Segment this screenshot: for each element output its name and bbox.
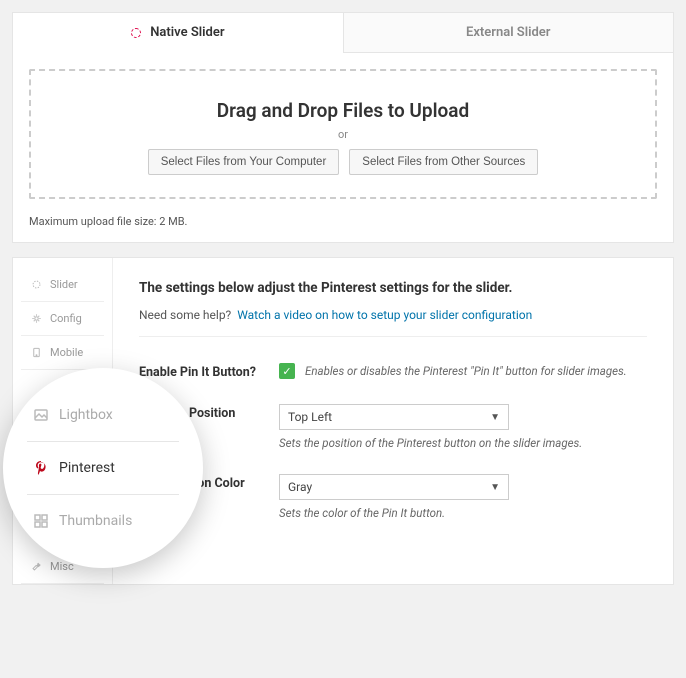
- sidebar-label: Config: [50, 312, 82, 325]
- lightbox-icon: [33, 407, 49, 423]
- select-files-computer-button[interactable]: Select Files from Your Computer: [148, 149, 340, 175]
- button-color-select[interactable]: Gray ▼: [279, 474, 509, 500]
- divider: [139, 336, 647, 337]
- dropzone-headline: Drag and Drop Files to Upload: [43, 99, 643, 122]
- settings-content: The settings below adjust the Pinterest …: [113, 258, 673, 584]
- dropzone-or: or: [43, 128, 643, 141]
- enable-desc: Enables or disables the Pinterest "Pin I…: [305, 364, 627, 378]
- dropzone[interactable]: Drag and Drop Files to Upload or Select …: [29, 69, 657, 199]
- magnify-item-pinterest[interactable]: Pinterest: [27, 442, 179, 495]
- magnify-item-thumbnails[interactable]: Thumbnails: [27, 495, 179, 547]
- magnify-label: Lightbox: [59, 407, 113, 423]
- settings-panel: Slider Config Mobile Misc The settings b…: [12, 257, 674, 585]
- pinterest-icon: [33, 460, 49, 476]
- position-desc: Sets the position of the Pinterest butto…: [279, 436, 647, 450]
- tab-label: Native Slider: [150, 25, 224, 40]
- slider-type-tabs: Native Slider External Slider: [13, 13, 673, 53]
- help-line: Need some help? Watch a video on how to …: [139, 308, 647, 322]
- wrench-icon: [31, 561, 42, 572]
- select-files-other-button[interactable]: Select Files from Other Sources: [349, 149, 538, 175]
- row-enable-pin-it: Enable Pin It Button? ✓ Enables or disab…: [139, 363, 647, 380]
- dropzone-buttons: Select Files from Your Computer Select F…: [43, 149, 643, 175]
- enable-label: Enable Pin It Button?: [139, 363, 279, 380]
- tab-native-slider[interactable]: Native Slider: [13, 13, 343, 53]
- row-position: Position Top Left ▼ Sets the position of…: [139, 404, 647, 450]
- magnifier-overlay: Lightbox Pinterest Thumbnails: [3, 368, 203, 568]
- position-value: Top Left: [288, 410, 332, 424]
- sidebar-item-config[interactable]: Config: [21, 302, 104, 336]
- tab-external-slider[interactable]: External Slider: [343, 13, 674, 53]
- sidebar-label: Slider: [50, 278, 78, 291]
- color-value: Gray: [288, 480, 312, 494]
- upload-panel: Native Slider External Slider Drag and D…: [12, 12, 674, 243]
- mobile-icon: [31, 347, 42, 358]
- sidebar-label: Mobile: [50, 346, 83, 359]
- tab-label: External Slider: [466, 25, 550, 40]
- chevron-down-icon: ▼: [490, 482, 500, 493]
- sidebar-item-slider[interactable]: Slider: [21, 268, 104, 302]
- gear-icon: [31, 313, 42, 324]
- position-select[interactable]: Top Left ▼: [279, 404, 509, 430]
- row-button-color: tton Color Gray ▼ Sets the color of the …: [139, 474, 647, 520]
- enable-pin-it-checkbox[interactable]: ✓: [279, 363, 295, 379]
- slider-icon: [31, 279, 42, 290]
- help-prefix: Need some help?: [139, 308, 231, 322]
- magnify-label: Pinterest: [59, 460, 115, 476]
- magnify-label: Thumbnails: [59, 513, 132, 529]
- help-video-link[interactable]: Watch a video on how to setup your slide…: [237, 308, 532, 322]
- settings-heading: The settings below adjust the Pinterest …: [139, 280, 647, 296]
- magnify-item-lightbox[interactable]: Lightbox: [27, 389, 179, 442]
- thumbnails-icon: [33, 513, 49, 529]
- dropzone-wrapper: Drag and Drop Files to Upload or Select …: [13, 53, 673, 207]
- chevron-down-icon: ▼: [490, 412, 500, 423]
- sidebar-item-mobile[interactable]: Mobile: [21, 336, 104, 370]
- spinner-icon: [131, 28, 141, 38]
- max-upload-size: Maximum upload file size: 2 MB.: [13, 207, 673, 242]
- color-desc: Sets the color of the Pin It button.: [279, 506, 647, 520]
